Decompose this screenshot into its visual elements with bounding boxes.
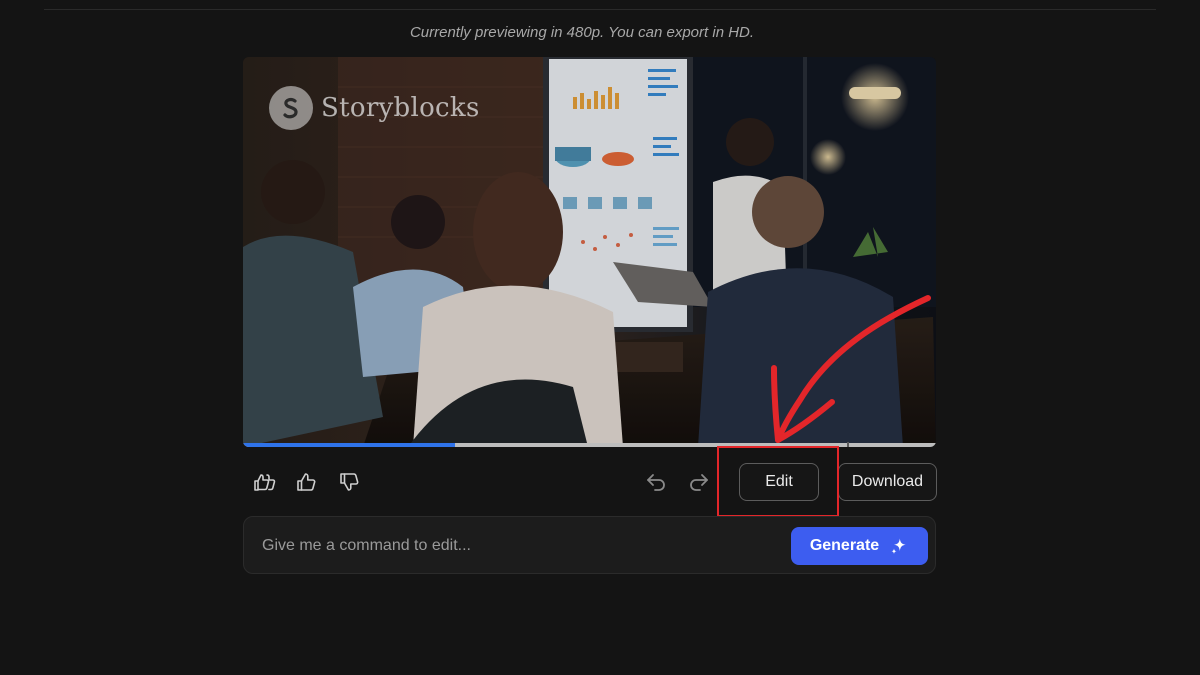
undo-button[interactable] [640, 466, 672, 498]
download-button[interactable]: Download [838, 463, 937, 501]
thumbs-up-button[interactable] [291, 466, 323, 498]
sparkle-icon [891, 538, 906, 554]
watermark-text: Storyblocks [321, 93, 480, 123]
page: Currently previewing in 480p. You can ex… [0, 0, 1200, 675]
thumbs-down-button[interactable] [334, 466, 366, 498]
generate-button-label: Generate [809, 537, 880, 554]
preview-note: Currently previewing in 480p. You can ex… [409, 24, 755, 41]
storyblocks-watermark: Storyblocks [269, 86, 480, 130]
annotation-arrow-icon [771, 295, 931, 443]
command-input[interactable] [260, 527, 764, 565]
command-bar: Generate [243, 516, 936, 574]
storyblocks-logo-icon [269, 86, 313, 130]
double-thumbs-up-button[interactable] [249, 466, 281, 498]
redo-button[interactable] [683, 466, 715, 498]
thumbs-down-icon [340, 473, 359, 491]
video-progress-fill [243, 443, 456, 447]
thumbs-up-icon [297, 473, 316, 491]
double-thumbs-up-icon [254, 474, 276, 491]
undo-icon [647, 474, 665, 491]
top-divider [44, 9, 1156, 10]
redo-icon [690, 474, 708, 491]
generate-button[interactable]: Generate [791, 527, 928, 565]
